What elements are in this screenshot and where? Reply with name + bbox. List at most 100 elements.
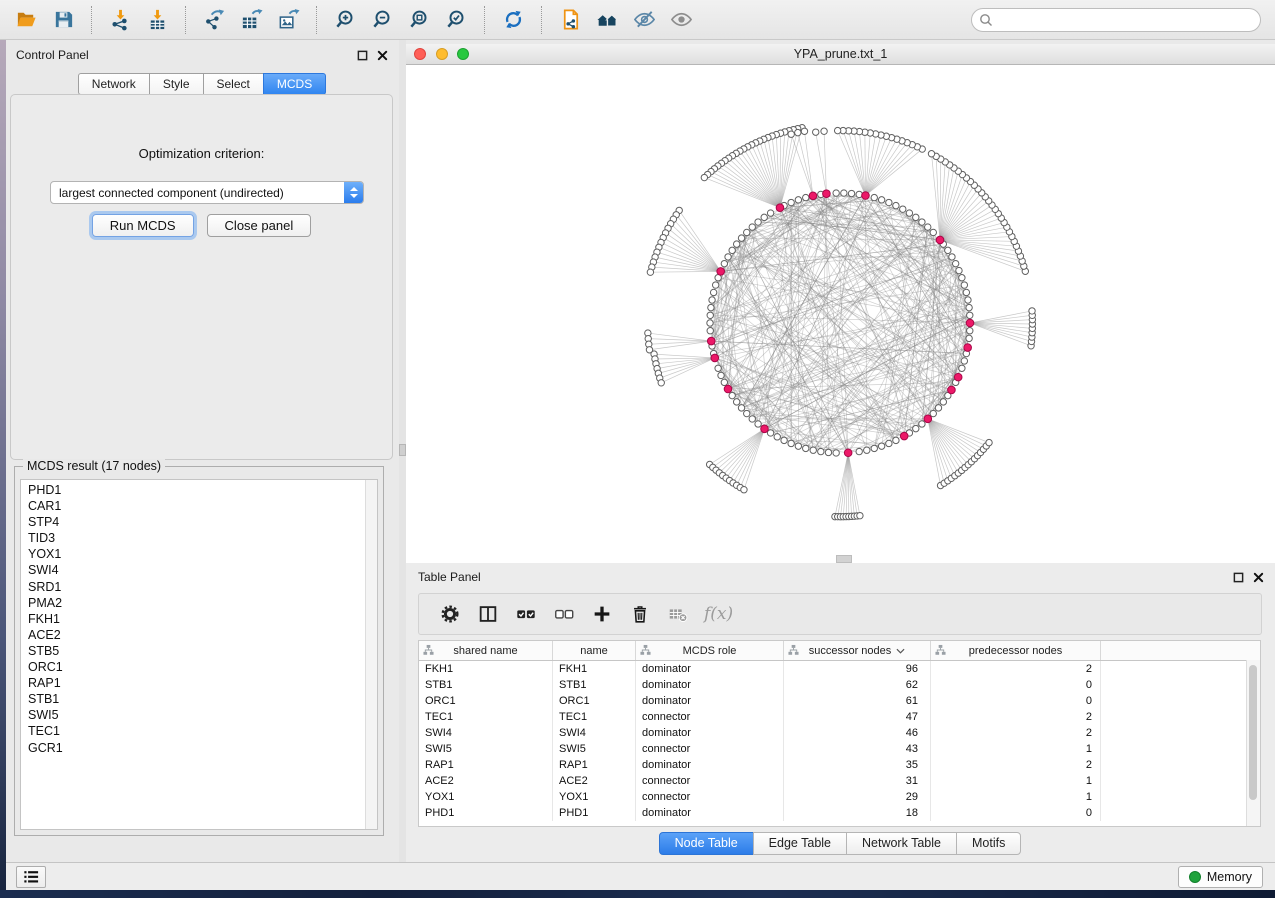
- table-row[interactable]: PHD1PHD1dominator180: [419, 805, 1260, 821]
- column-header-shared-name[interactable]: shared name: [419, 641, 553, 660]
- cell-shared-name[interactable]: ACE2: [419, 773, 553, 789]
- function-builder-button[interactable]: f(x): [704, 604, 733, 624]
- cell-predecessor-nodes[interactable]: 2: [931, 661, 1101, 677]
- delete-table-button[interactable]: [666, 602, 690, 626]
- memory-button[interactable]: Memory: [1178, 866, 1263, 888]
- import-network-button[interactable]: [104, 3, 137, 37]
- networks-overview-button[interactable]: [591, 3, 624, 37]
- cell-successor-nodes[interactable]: 31: [784, 773, 931, 789]
- cell-name[interactable]: ACE2: [553, 773, 636, 789]
- table-row[interactable]: SWI5SWI5connector431: [419, 741, 1260, 757]
- cell-MCDS-role[interactable]: connector: [636, 789, 784, 805]
- mcds-node-item[interactable]: SWI4: [28, 562, 377, 578]
- export-network-button[interactable]: [198, 3, 231, 37]
- column-header-successor-nodes[interactable]: successor nodes: [784, 641, 931, 660]
- cell-MCDS-role[interactable]: dominator: [636, 805, 784, 821]
- delete-button[interactable]: [628, 602, 652, 626]
- open-file-button[interactable]: [10, 3, 43, 37]
- mcds-node-item[interactable]: SWI5: [28, 707, 377, 723]
- mcds-node-item[interactable]: FKH1: [28, 611, 377, 627]
- panel-splitter[interactable]: [399, 40, 406, 862]
- cell-name[interactable]: STB1: [553, 677, 636, 693]
- cell-name[interactable]: SWI5: [553, 741, 636, 757]
- network-titlebar[interactable]: YPA_prune.txt_1: [406, 44, 1275, 65]
- tab-edge-table[interactable]: Edge Table: [753, 832, 847, 855]
- zoom-in-button[interactable]: [329, 3, 362, 37]
- cell-predecessor-nodes[interactable]: 0: [931, 677, 1101, 693]
- add-button[interactable]: [590, 602, 614, 626]
- cell-name[interactable]: ORC1: [553, 693, 636, 709]
- scrollbar-thumb[interactable]: [1249, 665, 1257, 800]
- mcds-node-item[interactable]: TID3: [28, 530, 377, 546]
- mcds-node-item[interactable]: ACE2: [28, 627, 377, 643]
- export-image-button[interactable]: [272, 3, 305, 37]
- export-table-button[interactable]: [235, 3, 268, 37]
- table-row[interactable]: RAP1RAP1dominator352: [419, 757, 1260, 773]
- horizontal-splitter-handle[interactable]: [836, 555, 852, 563]
- cell-predecessor-nodes[interactable]: 2: [931, 725, 1101, 741]
- splitter-handle[interactable]: [399, 444, 406, 456]
- cell-shared-name[interactable]: TEC1: [419, 709, 553, 725]
- cell-successor-nodes[interactable]: 43: [784, 741, 931, 757]
- apply-layout-button[interactable]: [497, 3, 530, 37]
- show-columns-button[interactable]: [476, 602, 500, 626]
- cell-shared-name[interactable]: SWI5: [419, 741, 553, 757]
- cell-name[interactable]: YOX1: [553, 789, 636, 805]
- cell-predecessor-nodes[interactable]: 1: [931, 789, 1101, 805]
- cell-successor-nodes[interactable]: 46: [784, 725, 931, 741]
- cell-MCDS-role[interactable]: connector: [636, 709, 784, 725]
- cell-shared-name[interactable]: ORC1: [419, 693, 553, 709]
- tab-node-table[interactable]: Node Table: [659, 832, 754, 855]
- column-header-MCDS-role[interactable]: MCDS role: [636, 641, 784, 660]
- cell-name[interactable]: RAP1: [553, 757, 636, 773]
- cell-predecessor-nodes[interactable]: 1: [931, 741, 1101, 757]
- table-row[interactable]: SWI4SWI4dominator462: [419, 725, 1260, 741]
- mcds-node-item[interactable]: STB5: [28, 643, 377, 659]
- hide-graphics-details-button[interactable]: [628, 3, 661, 37]
- cell-predecessor-nodes[interactable]: 0: [931, 805, 1101, 821]
- mcds-node-item[interactable]: GCR1: [28, 740, 377, 756]
- table-row[interactable]: TEC1TEC1connector472: [419, 709, 1260, 725]
- tab-select[interactable]: Select: [203, 73, 264, 95]
- cell-MCDS-role[interactable]: dominator: [636, 661, 784, 677]
- cell-MCDS-role[interactable]: dominator: [636, 757, 784, 773]
- mcds-node-item[interactable]: YOX1: [28, 546, 377, 562]
- cell-shared-name[interactable]: STB1: [419, 677, 553, 693]
- cell-successor-nodes[interactable]: 47: [784, 709, 931, 725]
- mcds-node-item[interactable]: STP4: [28, 514, 377, 530]
- zoom-fit-button[interactable]: [403, 3, 436, 37]
- mcds-node-item[interactable]: STB1: [28, 691, 377, 707]
- select-all-button[interactable]: [514, 602, 538, 626]
- float-panel-button[interactable]: [355, 48, 369, 62]
- close-mcds-panel-button[interactable]: Close panel: [207, 214, 312, 237]
- tab-network[interactable]: Network: [78, 73, 150, 95]
- mcds-node-item[interactable]: ORC1: [28, 659, 377, 675]
- zoom-selected-button[interactable]: [440, 3, 473, 37]
- cell-predecessor-nodes[interactable]: 2: [931, 709, 1101, 725]
- cell-MCDS-role[interactable]: connector: [636, 741, 784, 757]
- cell-successor-nodes[interactable]: 61: [784, 693, 931, 709]
- float-table-panel-button[interactable]: [1231, 570, 1245, 584]
- cell-name[interactable]: FKH1: [553, 661, 636, 677]
- result-scrollbar[interactable]: [365, 480, 377, 829]
- zoom-out-button[interactable]: [366, 3, 399, 37]
- cell-MCDS-role[interactable]: dominator: [636, 677, 784, 693]
- cell-shared-name[interactable]: PHD1: [419, 805, 553, 821]
- mcds-node-item[interactable]: PMA2: [28, 595, 377, 611]
- table-row[interactable]: ACE2ACE2connector311: [419, 773, 1260, 789]
- mcds-node-item[interactable]: CAR1: [28, 498, 377, 514]
- table-row[interactable]: ORC1ORC1dominator610: [419, 693, 1260, 709]
- search-input[interactable]: [971, 8, 1261, 32]
- close-panel-button[interactable]: [375, 48, 389, 62]
- cell-successor-nodes[interactable]: 18: [784, 805, 931, 821]
- cell-name[interactable]: SWI4: [553, 725, 636, 741]
- cell-MCDS-role[interactable]: connector: [636, 773, 784, 789]
- column-header-predecessor-nodes[interactable]: predecessor nodes: [931, 641, 1101, 660]
- show-graphics-details-button[interactable]: [665, 3, 698, 37]
- mcds-node-item[interactable]: PHD1: [28, 482, 377, 498]
- tab-mcds[interactable]: MCDS: [263, 73, 326, 95]
- cell-name[interactable]: TEC1: [553, 709, 636, 725]
- deselect-all-button[interactable]: [552, 602, 576, 626]
- cell-successor-nodes[interactable]: 29: [784, 789, 931, 805]
- task-history-button[interactable]: [16, 866, 46, 888]
